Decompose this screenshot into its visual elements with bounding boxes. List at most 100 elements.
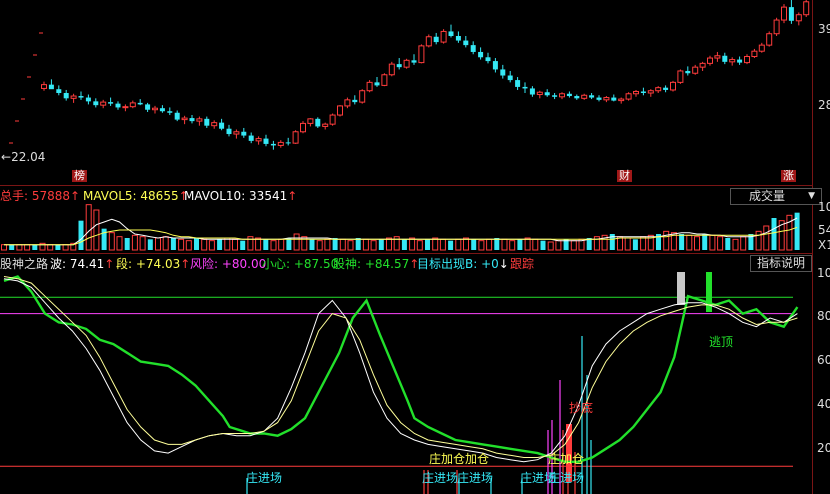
volume-bar bbox=[131, 234, 138, 251]
volume-bar bbox=[162, 236, 169, 251]
candle-body bbox=[374, 82, 380, 86]
low-price-value: 22.04 bbox=[11, 150, 46, 164]
candle-body bbox=[145, 104, 151, 110]
volume-bar bbox=[694, 236, 700, 251]
volume-bar bbox=[709, 234, 716, 251]
event-tag-bang[interactable]: 榜 bbox=[72, 170, 87, 182]
volume-bar bbox=[632, 239, 638, 250]
candle-body bbox=[263, 138, 269, 144]
volume-bar bbox=[139, 236, 146, 251]
candle-body bbox=[448, 31, 454, 36]
volume-bar bbox=[763, 225, 770, 251]
candle-body bbox=[425, 36, 432, 47]
candle-body bbox=[618, 98, 625, 102]
chart-canvas[interactable] bbox=[0, 0, 830, 494]
enter-annotation-3: 庄进场 bbox=[457, 471, 494, 485]
volume-bar bbox=[47, 244, 54, 251]
add-position-annotation-3: 庄加仓 bbox=[548, 452, 585, 466]
candle-body bbox=[515, 80, 521, 87]
volume-bar bbox=[517, 239, 523, 250]
volume-bar bbox=[555, 240, 562, 251]
volume-bar bbox=[185, 240, 192, 251]
ind-tick-100: 10 bbox=[817, 266, 830, 280]
volume-bar bbox=[725, 238, 731, 250]
candle-body bbox=[589, 95, 595, 98]
event-tag-cai[interactable]: 财 bbox=[617, 170, 632, 182]
candle-body bbox=[478, 51, 484, 58]
volume-bar bbox=[471, 239, 477, 250]
candle-body bbox=[596, 97, 602, 100]
volume-bar bbox=[108, 232, 115, 251]
candle-body bbox=[41, 84, 47, 89]
track-label: 跟踪 bbox=[510, 257, 535, 271]
volume-bar bbox=[362, 238, 369, 251]
candle-body bbox=[544, 92, 550, 96]
candle-body bbox=[85, 97, 91, 102]
candle-body bbox=[685, 70, 691, 74]
volume-bar bbox=[124, 238, 130, 250]
candle-body bbox=[751, 50, 758, 58]
volume-bar bbox=[378, 239, 384, 250]
volume-bar bbox=[416, 240, 423, 251]
candle-body bbox=[758, 44, 765, 52]
candle-body bbox=[552, 95, 558, 97]
candle-body bbox=[167, 111, 173, 113]
ind-tick-60: 60 bbox=[817, 353, 830, 367]
volume-bar bbox=[486, 238, 493, 251]
candle-body bbox=[211, 122, 218, 127]
volume-bar bbox=[247, 236, 254, 251]
ind-tick-40: 40 bbox=[817, 397, 830, 411]
candle-body bbox=[722, 55, 728, 62]
candle-body bbox=[559, 93, 565, 98]
volume-bar bbox=[208, 240, 215, 251]
up-arrow-icon: ↑ bbox=[70, 189, 81, 203]
candle-body bbox=[470, 45, 476, 52]
candle-body bbox=[440, 30, 447, 43]
volume-bar bbox=[309, 239, 315, 250]
volume-bar bbox=[540, 240, 546, 250]
volume-bar bbox=[370, 240, 377, 251]
enter-annotation-1: 庄进场 bbox=[246, 471, 283, 485]
candle-body bbox=[241, 131, 247, 136]
candle-body bbox=[300, 122, 306, 133]
up-arrow-icon: ↑ bbox=[287, 189, 298, 203]
candle-body bbox=[122, 106, 129, 109]
candle-body bbox=[603, 97, 610, 101]
candle-body bbox=[270, 143, 276, 146]
candle-body bbox=[707, 57, 713, 64]
volume-ma-line-5 bbox=[4, 217, 798, 246]
volume-bar bbox=[455, 238, 462, 251]
candle-body bbox=[108, 102, 114, 104]
volume-bar bbox=[217, 239, 223, 250]
candle-body bbox=[248, 135, 254, 141]
candle-body bbox=[433, 36, 439, 43]
price-tick-low: 28 bbox=[818, 98, 830, 112]
candle-body bbox=[100, 101, 107, 106]
ind-tick-80: 80 bbox=[817, 309, 830, 323]
volume-bar bbox=[640, 236, 647, 251]
volume-bar bbox=[771, 218, 777, 250]
candle-body bbox=[159, 108, 165, 112]
volume-bar bbox=[62, 244, 69, 251]
event-tag-zhang[interactable]: 涨 bbox=[781, 170, 796, 182]
price-tick-high: 39 bbox=[818, 22, 830, 36]
indicator-selector-volume[interactable]: 成交量 ▼ bbox=[730, 188, 822, 205]
volume-bar bbox=[32, 244, 38, 250]
mavol10-label: MAVOL10: 33541↑ bbox=[184, 189, 298, 203]
volume-bar bbox=[509, 240, 516, 251]
candle-body bbox=[403, 59, 410, 68]
candle-body bbox=[500, 69, 506, 76]
candle-body bbox=[737, 59, 743, 63]
candle-body bbox=[352, 99, 358, 103]
candle-body bbox=[63, 93, 69, 99]
volume-bar bbox=[501, 238, 508, 251]
candle-body bbox=[189, 118, 195, 122]
warning-signal-bar bbox=[677, 272, 685, 305]
candle-body bbox=[255, 138, 262, 142]
volume-bar bbox=[316, 240, 323, 251]
indicator-help-button[interactable]: 指标说明 bbox=[750, 255, 813, 272]
volume-bar bbox=[448, 240, 454, 250]
volume-bar bbox=[570, 240, 577, 251]
risk-label: 风险: +80.00 bbox=[190, 257, 267, 271]
candle-body bbox=[714, 55, 721, 59]
